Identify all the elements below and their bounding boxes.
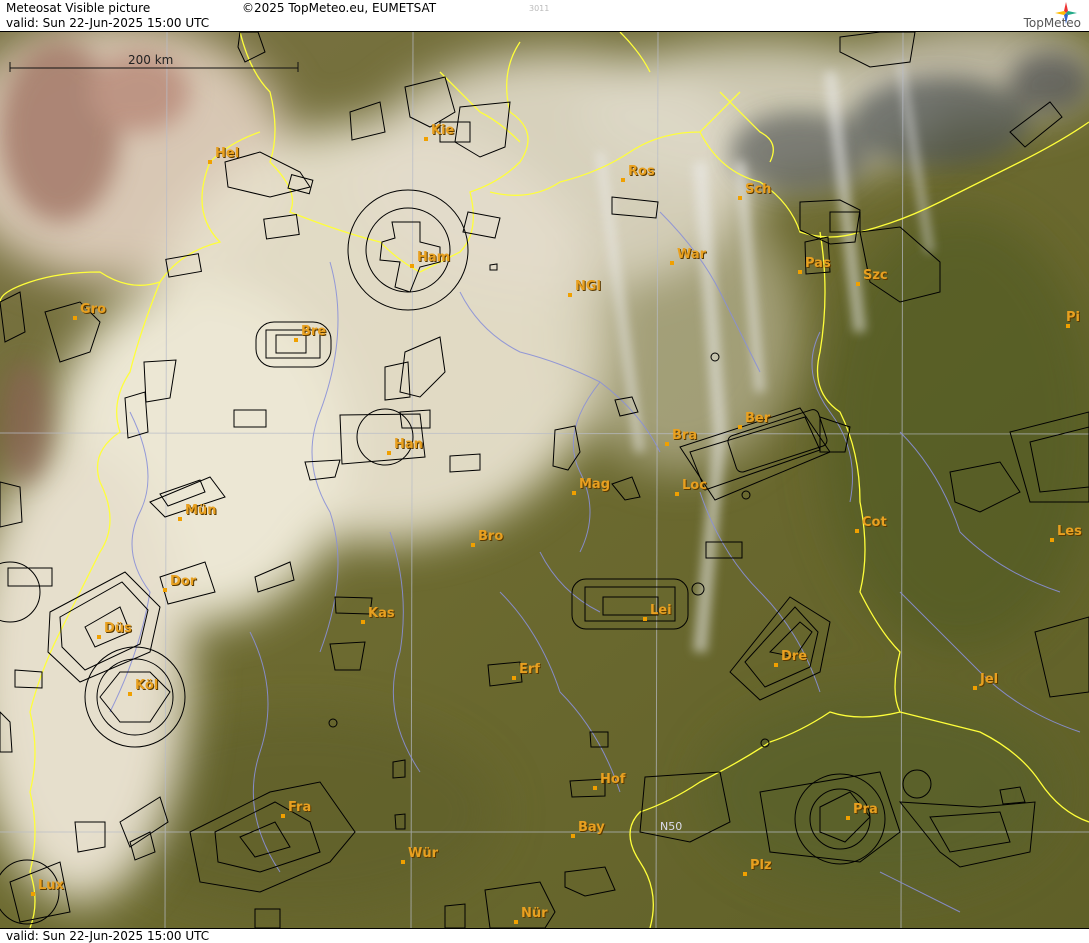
city-dot: [163, 588, 167, 592]
city-dot: [774, 663, 778, 667]
city-label: Sch: [745, 182, 771, 197]
city-label: Jel: [979, 672, 998, 687]
city-dot: [665, 442, 669, 446]
city-label: Hel: [215, 146, 239, 161]
city-label: Ham: [417, 250, 450, 265]
city-dot: [670, 261, 674, 265]
city-label: Bra: [672, 428, 697, 443]
city-label: Hof: [600, 772, 626, 787]
city-marker-pi: PiPi: [1066, 310, 1081, 328]
city-label: Plz: [750, 858, 772, 873]
city-label: Kas: [368, 606, 395, 621]
city-dot: [31, 892, 35, 896]
city-label: Bay: [578, 820, 605, 835]
city-dot: [281, 814, 285, 818]
city-dot: [178, 517, 182, 521]
city-label: Ber: [745, 411, 771, 426]
city-label: Lux: [38, 878, 65, 893]
city-dot: [208, 160, 212, 164]
city-label: Bre: [301, 324, 326, 339]
city-dot: [643, 617, 647, 621]
satellite-map[interactable]: N50 200 km HelHelKieKieRosRosSchSchHamHa…: [0, 32, 1089, 928]
city-dot: [675, 492, 679, 496]
city-dot: [973, 686, 977, 690]
city-label: Köl: [135, 678, 158, 693]
city-label: Szc: [863, 268, 888, 283]
city-dot: [621, 178, 625, 182]
city-dot: [738, 425, 742, 429]
city-label: Ros: [628, 164, 655, 179]
copyright: ©2025 TopMeteo.eu, EUMETSAT: [242, 1, 437, 15]
city-dot: [593, 786, 597, 790]
city-label: Gro: [80, 302, 106, 317]
city-dot: [512, 676, 516, 680]
city-dot: [568, 293, 572, 297]
city-label: Nür: [521, 906, 548, 921]
city-label: Loc: [682, 478, 707, 493]
city-label: Les: [1057, 524, 1082, 539]
city-label: Fra: [288, 800, 311, 815]
city-dot: [743, 872, 747, 876]
city-label: Kie: [431, 123, 455, 138]
grid-label-n50: N50: [660, 820, 682, 833]
city-dot: [128, 692, 132, 696]
scale-label: 200 km: [128, 53, 173, 67]
map-title: Meteosat Visible picture: [6, 1, 151, 15]
city-dot: [855, 529, 859, 533]
city-label: Pra: [853, 802, 878, 817]
city-dot: [471, 543, 475, 547]
city-dot: [571, 834, 575, 838]
city-dot: [572, 491, 576, 495]
city-label: Dor: [170, 574, 197, 589]
city-dot: [424, 137, 428, 141]
valid-time: valid: Sun 22-Jun-2025 15:00 UTC: [6, 16, 210, 30]
city-label: Düs: [104, 621, 132, 636]
header-bar: Meteosat Visible picture valid: Sun 22-J…: [0, 0, 1089, 32]
city-label: Erf: [519, 662, 540, 677]
footer-valid-time: valid: Sun 22-Jun-2025 15:00 UTC: [6, 929, 210, 943]
city-dot: [401, 860, 405, 864]
city-label: War: [677, 247, 707, 262]
city-dot: [97, 635, 101, 639]
city-dot: [410, 264, 414, 268]
city-label: Dre: [781, 649, 807, 664]
city-dot: [387, 451, 391, 455]
city-dot: [846, 816, 850, 820]
city-label: Cot: [862, 515, 887, 530]
city-dot: [294, 338, 298, 342]
image-code: 3011: [529, 4, 550, 13]
city-label: NGl: [575, 279, 601, 294]
footer-bar: valid: Sun 22-Jun-2025 15:00 UTC: [0, 928, 1089, 943]
city-label: Han: [394, 437, 423, 452]
city-dot: [738, 196, 742, 200]
city-label: Bro: [478, 529, 503, 544]
logo-text: TopMeteo: [1023, 16, 1081, 30]
city-label: Mag: [579, 477, 610, 492]
city-label: Pi: [1066, 310, 1080, 325]
city-dot: [798, 270, 802, 274]
city-dot: [361, 620, 365, 624]
city-dot: [514, 920, 518, 924]
city-label: Pas: [805, 256, 831, 271]
topmeteo-logo[interactable]: TopMeteo: [991, 2, 1081, 30]
city-label: Wür: [408, 846, 439, 861]
city-label: Mün: [185, 503, 216, 518]
city-label: Lei: [650, 603, 672, 618]
city-dot: [856, 282, 860, 286]
city-dot: [1050, 538, 1054, 542]
map-viewer: Meteosat Visible picture valid: Sun 22-J…: [0, 0, 1089, 943]
city-dot: [73, 316, 77, 320]
